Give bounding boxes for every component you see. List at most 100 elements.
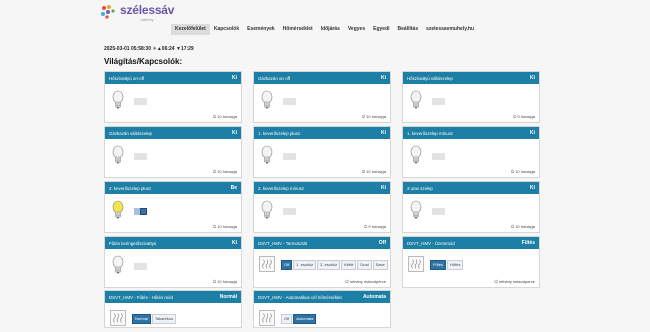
heating-icon xyxy=(259,256,275,272)
last-change: ⏻ 10 hónapja xyxy=(212,224,237,229)
card-state: Ki xyxy=(530,75,535,81)
last-change: ⏻ néhány másodperce xyxy=(494,279,535,284)
lightbulb-icon xyxy=(261,145,273,164)
last-change: ⏻ 9 hónapja xyxy=(364,224,386,229)
card-body: ⏻ 10 hónapja xyxy=(105,194,241,232)
card-body: ⏻ 10 hónapja xyxy=(403,139,539,177)
card-body: Fűtés Hűtés ⏻ néhány másodperce xyxy=(403,249,539,287)
card-state: Ki xyxy=(232,130,237,136)
nav-item[interactable]: szelessavmuhely.hu xyxy=(422,24,478,35)
device-card: 2. keverőszelep mínusz Ki ⏻ 9 hónapja xyxy=(253,181,391,233)
lightbulb-icon xyxy=(261,90,273,109)
toggle-switch[interactable] xyxy=(432,98,445,105)
card-state: Ki xyxy=(232,75,237,81)
last-change: ⏻ 10 hónapja xyxy=(361,114,386,119)
card-title: Fűtés keringetőszivattyú xyxy=(109,240,157,246)
toggle-switch[interactable] xyxy=(283,208,296,215)
heating-icon xyxy=(110,310,126,326)
nav-item[interactable]: Vegyes xyxy=(344,24,369,35)
heating-icon xyxy=(259,310,275,326)
card-state: Fűtés xyxy=(521,240,535,246)
card-title: Hőszivattyú on-off xyxy=(109,75,145,81)
card-body: Off 1. eszköz 2. eszköz Kétfé Dual Save ⏻ néh… xyxy=(254,249,390,287)
card-state: Ki xyxy=(530,185,535,191)
mode-button[interactable]: Off xyxy=(281,314,293,324)
card-header: 3 utas szelep Ki xyxy=(403,182,539,194)
device-card: 1. keverőszelep mínusz Ki ⏻ 10 hónapja xyxy=(402,126,540,178)
mode-button[interactable]: Kétfé xyxy=(341,260,357,270)
mode-button[interactable]: Off xyxy=(281,260,293,270)
toggle-switch[interactable] xyxy=(432,208,445,215)
lightbulb-icon xyxy=(410,200,422,219)
card-body: Off Automata xyxy=(254,303,390,327)
card-body: ⏻ 10 hónapja xyxy=(105,249,241,287)
card-header: 1. keverőszelep plusz Ki xyxy=(254,127,390,139)
mode-button[interactable]: Automata xyxy=(293,314,317,324)
last-change: ⏻ 10 hónapja xyxy=(212,279,237,284)
nav-item[interactable]: Hőmérséklet xyxy=(279,24,317,35)
device-card: DSVT_HMV - Üzemmód Fűtés Fűtés Hűtés ⏻ né… xyxy=(402,236,540,288)
card-title: DSVT_HMV - Automatikus cél hőmérséklet xyxy=(258,294,342,300)
mode-button[interactable]: Dual xyxy=(357,260,372,270)
card-header: DSVT_HMV - Termosztát Off xyxy=(254,237,390,249)
card-body: Normál Takarékos xyxy=(105,303,241,327)
device-card: Fűtés keringetőszivattyú Ki ⏻ 10 hónapja xyxy=(104,236,242,288)
card-header: Gázkazán on-off Ki xyxy=(254,72,390,84)
card-header: Hőszivattyú on-off Ki xyxy=(105,72,241,84)
nav-item[interactable]: Beállítás xyxy=(394,24,423,35)
card-body: ⏻ 9 hónapja xyxy=(254,194,390,232)
card-state: Off xyxy=(378,240,386,246)
mode-button[interactable]: 1. eszköz xyxy=(293,260,317,270)
card-title: Hőszivattyú váltószelep xyxy=(407,75,453,81)
mode-button[interactable]: Hűtés xyxy=(447,260,464,270)
toggle-switch[interactable] xyxy=(134,98,147,105)
nav-item[interactable]: Események xyxy=(243,24,279,35)
toggle-switch[interactable] xyxy=(283,98,296,105)
last-change: ⏻ 10 hónapja xyxy=(361,169,386,174)
mode-buttons: Off 1. eszköz 2. eszköz Kétfé Dual Save xyxy=(281,260,388,270)
toggle-switch[interactable] xyxy=(134,263,147,270)
device-card: DSVT_HMV - Automatikus cél hőmérséklet A… xyxy=(253,290,391,328)
device-card: Hőszivattyú on-off Ki ⏻ 10 hónapja xyxy=(104,71,242,123)
last-change: ⏻ 10 hónapja xyxy=(212,169,237,174)
toggle-switch[interactable] xyxy=(432,153,445,160)
mode-button[interactable]: 2. eszköz xyxy=(317,260,341,270)
toggle-switch[interactable] xyxy=(283,153,296,160)
nav-item[interactable]: Időjárás xyxy=(317,24,344,35)
mode-button[interactable]: Save xyxy=(372,260,388,270)
nav-item[interactable]: Kapcsolók xyxy=(210,24,243,35)
card-header: Fűtés keringetőszivattyú Ki xyxy=(105,237,241,249)
device-card: Hőszivattyú váltószelep Ki ⏻ 9 hónapja xyxy=(402,71,540,123)
lightbulb-icon xyxy=(261,200,273,219)
logo[interactable]: szélessáv műhely xyxy=(99,4,174,22)
card-header: DSVT_HMV - Üzemmód Fűtés xyxy=(403,237,539,249)
mode-button[interactable]: Takarékos xyxy=(151,314,177,324)
lightbulb-icon xyxy=(112,200,124,219)
lightbulb-icon xyxy=(112,90,124,109)
card-title: DSVT_HMV - Üzemmód xyxy=(407,240,455,246)
card-state: Be xyxy=(230,185,237,191)
lightbulb-icon xyxy=(410,90,422,109)
last-change: ⏻ 10 hónapja xyxy=(212,114,237,119)
mode-button[interactable]: Fűtés xyxy=(430,260,447,270)
heating-icon xyxy=(408,256,424,272)
card-header: 1. keverőszelep mínusz Ki xyxy=(403,127,539,139)
card-body: ⏻ 10 hónapja xyxy=(254,84,390,122)
device-card: DSVT_HMV - Termosztát Off Off 1. eszköz 2.… xyxy=(253,236,391,288)
nav-item[interactable]: Kezelőfelület xyxy=(171,24,210,35)
card-header: Gázkazán váltószelep Ki xyxy=(105,127,241,139)
mode-buttons: Normál Takarékos xyxy=(132,314,177,324)
mode-button[interactable]: Normál xyxy=(132,314,151,324)
toggle-switch[interactable] xyxy=(134,153,147,160)
card-title: 2. keverőszelep mínusz xyxy=(258,185,305,191)
toggle-switch[interactable] xyxy=(134,208,147,215)
device-card: 3 utas szelep Ki ⏻ 10 hónapja xyxy=(402,181,540,233)
mode-buttons: Fűtés Hűtés xyxy=(430,260,464,270)
card-title: 1. keverőszelep plusz xyxy=(258,130,301,136)
device-card: Gázkazán on-off Ki ⏻ 10 hónapja xyxy=(253,71,391,123)
logo-sub: műhely xyxy=(140,17,154,22)
main-nav: Kezelőfelület Kapcsolók Események Hőmérsékl… xyxy=(171,24,478,35)
card-state: Ki xyxy=(530,130,535,136)
card-title: 2. keverőszelep plusz xyxy=(109,185,152,191)
nav-item[interactable]: Egyedi xyxy=(369,24,393,35)
